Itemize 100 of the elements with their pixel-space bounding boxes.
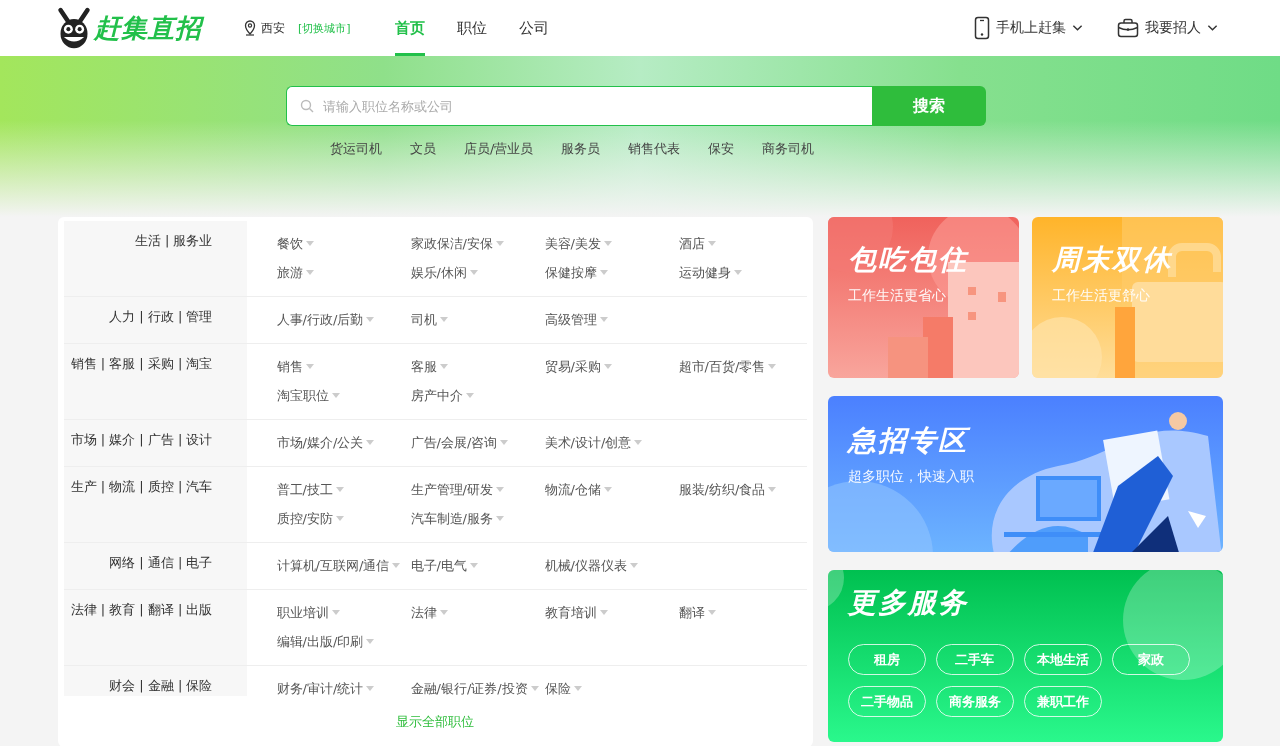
- caret-icon: [305, 270, 314, 275]
- caret-icon: [305, 241, 314, 246]
- briefcase-icon: [1117, 18, 1139, 38]
- job-category-link[interactable]: 计算机/互联网/通信: [276, 556, 401, 575]
- job-category-link[interactable]: 财务/审计/统计: [276, 679, 375, 696]
- caret-icon: [500, 440, 509, 445]
- job-category-link[interactable]: 生产管理/研发: [410, 480, 504, 499]
- hot-keyword-link[interactable]: 服务员: [561, 140, 601, 158]
- hot-keyword-link[interactable]: 商务司机: [762, 140, 815, 158]
- caret-icon: [495, 516, 504, 521]
- nav-tab[interactable]: 公司: [518, 0, 549, 56]
- caret-icon: [335, 516, 344, 521]
- category-title: 市场 | 媒介 | 广告 | 设计: [63, 420, 247, 466]
- caret-icon: [392, 563, 401, 568]
- caret-icon: [469, 270, 478, 275]
- caret-icon: [465, 393, 474, 398]
- job-category-link[interactable]: 电子/电气: [410, 556, 478, 575]
- job-category-link[interactable]: 美容/美发: [544, 234, 612, 253]
- category-title: 生产 | 物流 | 质控 | 汽车: [63, 467, 247, 542]
- caret-icon: [439, 610, 448, 615]
- job-category-link[interactable]: 高级管理: [544, 310, 608, 329]
- job-category-link[interactable]: 机械/仪器仪表: [544, 556, 638, 575]
- job-category-link[interactable]: 娱乐/休闲: [410, 263, 478, 282]
- caret-icon: [366, 440, 375, 445]
- job-category-link[interactable]: 超市/百货/零售: [678, 357, 777, 376]
- caret-icon: [335, 487, 344, 492]
- caret-icon: [366, 686, 375, 691]
- job-category-link[interactable]: 美术/设计/创意: [544, 433, 643, 452]
- mascot-logo-icon: [56, 5, 92, 51]
- hot-keyword-link[interactable]: 保安: [708, 140, 735, 158]
- location-pin-icon: [244, 20, 256, 36]
- header-menu-link[interactable]: 我要招人: [1117, 16, 1218, 40]
- category-title: 网络 | 通信 | 电子: [63, 543, 247, 589]
- promo-subtitle: 超多职位，快速入职: [847, 468, 974, 486]
- chevron-down-icon: [1072, 24, 1083, 32]
- job-category-link[interactable]: 餐饮: [276, 234, 314, 253]
- job-category-link[interactable]: 广告/会展/咨询: [410, 433, 509, 452]
- caret-icon: [331, 393, 340, 398]
- caret-icon: [495, 241, 504, 246]
- caret-icon: [305, 364, 314, 369]
- nav-tab[interactable]: 职位: [456, 0, 487, 56]
- category-title: 人力 | 行政 | 管理: [63, 297, 247, 343]
- caret-icon: [599, 610, 608, 615]
- caret-icon: [331, 610, 340, 615]
- job-category-link[interactable]: 教育培训: [544, 603, 608, 622]
- caret-icon: [366, 639, 375, 644]
- search-icon: [300, 99, 314, 113]
- caret-icon: [707, 610, 716, 615]
- promo-title: 周末双休: [1051, 242, 1172, 278]
- job-category-link[interactable]: 物流/仓储: [544, 480, 612, 499]
- caret-icon: [629, 563, 638, 568]
- job-category-link[interactable]: 编辑/出版/印刷: [276, 632, 375, 651]
- caret-icon: [603, 364, 612, 369]
- hot-keyword-link[interactable]: 店员/营业员: [464, 140, 534, 158]
- city-label: 西安: [261, 19, 285, 37]
- header-menu-link[interactable]: 手机上赶集: [974, 16, 1083, 40]
- job-category-link[interactable]: 旅游: [276, 263, 314, 282]
- hot-keyword-link[interactable]: 销售代表: [628, 140, 681, 158]
- caret-icon: [495, 487, 504, 492]
- job-category-link[interactable]: 质控/安防: [276, 509, 344, 528]
- search-field[interactable]: 请输入职位名称或公司: [286, 86, 872, 126]
- job-category-link[interactable]: 金融/银行/证券/投资: [410, 679, 539, 696]
- job-category-link[interactable]: 普工/技工: [276, 480, 344, 499]
- job-category-link[interactable]: 运动健身: [678, 263, 742, 282]
- job-category-link[interactable]: 客服: [410, 357, 448, 376]
- caret-icon: [530, 686, 539, 691]
- caret-icon: [768, 364, 777, 369]
- hot-keyword-link[interactable]: 文员: [410, 140, 436, 158]
- job-category-link[interactable]: 法律: [410, 603, 448, 622]
- caret-icon: [634, 440, 643, 445]
- job-category-link[interactable]: 职业培训: [276, 603, 340, 622]
- phone-icon: [974, 16, 990, 40]
- job-category-link[interactable]: 司机: [410, 310, 448, 329]
- job-category-link[interactable]: 酒店: [678, 234, 716, 253]
- job-category-link[interactable]: 淘宝职位: [276, 386, 340, 405]
- caret-icon: [603, 487, 612, 492]
- job-category-link[interactable]: 人事/行政/后勤: [276, 310, 375, 329]
- hot-keyword-link[interactable]: 货运司机: [330, 140, 382, 158]
- job-category-link[interactable]: 保健按摩: [544, 263, 608, 282]
- promo-subtitle: 工作生活更舒心: [1051, 287, 1150, 305]
- job-category-link[interactable]: 家政保洁/安保: [410, 234, 504, 253]
- job-category-link[interactable]: 市场/媒介/公关: [276, 433, 375, 452]
- job-category-link[interactable]: 保险: [544, 679, 582, 696]
- chevron-down-icon: [1207, 24, 1218, 32]
- category-title: 法律 | 教育 | 翻译 | 出版: [63, 590, 247, 665]
- category-title: 销售 | 客服 | 采购 | 淘宝: [63, 344, 247, 419]
- job-category-link[interactable]: 销售: [276, 357, 314, 376]
- caret-icon: [603, 241, 612, 246]
- caret-icon: [573, 686, 582, 691]
- job-category-link[interactable]: 翻译: [678, 603, 716, 622]
- caret-icon: [599, 270, 608, 275]
- caret-icon: [599, 317, 608, 322]
- services-title: 更多服务: [847, 585, 968, 621]
- job-category-link[interactable]: 汽车制造/服务: [410, 509, 504, 528]
- caret-icon: [439, 364, 448, 369]
- caret-icon: [366, 317, 375, 322]
- job-category-link[interactable]: 房产中介: [410, 386, 474, 405]
- job-category-link[interactable]: 服装/纺织/食品: [678, 480, 777, 499]
- job-category-link[interactable]: 贸易/采购: [544, 357, 612, 376]
- caret-icon: [469, 563, 478, 568]
